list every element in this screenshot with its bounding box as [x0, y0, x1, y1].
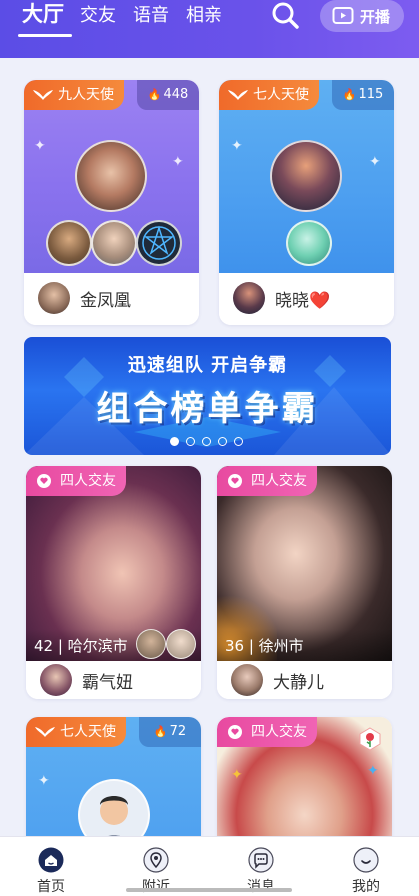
room-type-badge: 四人交友: [26, 466, 126, 496]
room-host-row: 霸气妞: [26, 661, 201, 699]
host-avatar-small: [231, 664, 263, 696]
room-heat-badge: 🔥 448: [137, 80, 199, 110]
room-type-badge: 四人交友: [217, 466, 317, 496]
host-avatar-small: [233, 282, 265, 314]
go-live-label: 开播: [360, 8, 391, 26]
message-icon: [248, 847, 274, 873]
tab-voice[interactable]: 语音: [133, 4, 169, 28]
sparkle-icon: ✦: [231, 138, 243, 154]
member-avatar: [91, 220, 137, 266]
room-card[interactable]: ✦ ✦ 七人天使 🔥 115 晓晓❤️: [219, 80, 394, 325]
chat-heart-icon: [37, 474, 51, 488]
wings-icon: [35, 727, 55, 737]
rose-icon: [356, 725, 384, 753]
room-type-badge: 九人天使: [24, 80, 124, 110]
host-avatar-small: [38, 282, 70, 314]
nav-messages-label: 消息: [247, 879, 275, 895]
room-type-label: 七人天使: [253, 87, 309, 103]
room-heat-badge: 🔥 115: [332, 80, 394, 110]
sparkle-icon: ✦: [367, 763, 379, 779]
host-avatar-large: [75, 140, 147, 212]
room-age-location: 36 | 徐州市: [225, 637, 304, 655]
tab-friends[interactable]: 交友: [80, 4, 116, 28]
host-avatar-small: [40, 664, 72, 696]
sparkle-icon: ✦: [38, 773, 50, 789]
room-type-label: 七人天使: [60, 724, 116, 740]
member-avatar: [46, 220, 92, 266]
pagination-dot[interactable]: [170, 437, 179, 446]
host-avatar-large: [270, 140, 342, 212]
pentagram-icon: [142, 225, 176, 260]
banner-subtitle: 迅速组队 开启争霸: [127, 355, 288, 376]
go-live-button[interactable]: 开播: [320, 0, 404, 32]
flame-icon: 🔥: [342, 88, 357, 101]
pagination-dot[interactable]: [186, 437, 195, 446]
member-avatar: [166, 629, 196, 659]
room-heat-value: 115: [358, 87, 384, 102]
room-type-badge: 四人交友: [217, 717, 317, 747]
sparkle-icon: ✦: [34, 138, 46, 154]
room-card[interactable]: 四人交友 42 | 哈尔滨市 霸气妞: [26, 466, 201, 699]
nav-home-label: 首页: [37, 879, 65, 895]
host-name: 大静儿: [273, 673, 324, 693]
heart-icon: ❤️: [309, 291, 331, 311]
room-type-label: 四人交友: [251, 724, 307, 740]
flame-icon: 🔥: [153, 725, 168, 738]
wings-icon: [33, 90, 53, 100]
host-name: 晓晓❤️: [275, 286, 330, 311]
sparkle-icon: ✦: [172, 154, 184, 170]
pagination-dot[interactable]: [202, 437, 211, 446]
nav-home[interactable]: 首页: [16, 837, 86, 896]
chat-heart-icon: [228, 474, 242, 488]
room-type-label: 四人交友: [60, 473, 116, 489]
pagination-dot[interactable]: [234, 437, 243, 446]
tab-hall[interactable]: 大厅: [22, 2, 64, 26]
room-info-strip: 42 | 哈尔滨市: [26, 629, 201, 661]
room-type-badge: 七人天使: [26, 717, 126, 747]
tab-dating[interactable]: 相亲: [186, 4, 222, 28]
bottom-navigation: 首页 附近 消息 我的: [0, 836, 419, 896]
member-avatar: [136, 220, 182, 266]
profile-icon: [353, 847, 379, 873]
active-tab-indicator: [18, 34, 72, 37]
live-camera-icon: [332, 7, 354, 24]
location-icon: [143, 847, 169, 873]
host-name: 霸气妞: [82, 673, 133, 693]
room-card[interactable]: ✦ ✦ 九人天使 🔥 448 金凤凰: [24, 80, 199, 325]
room-age-location: 42 | 哈尔滨市: [34, 637, 128, 655]
member-avatar: [136, 629, 166, 659]
flame-icon: 🔥: [147, 88, 162, 101]
room-heat-badge: 🔥 72: [139, 717, 201, 747]
nav-profile-label: 我的: [352, 879, 380, 895]
room-type-badge: 七人天使: [219, 80, 319, 110]
search-icon: [272, 2, 299, 29]
room-heat-value: 448: [163, 87, 189, 102]
host-name: 金凤凰: [80, 291, 131, 311]
room-heat-value: 72: [169, 724, 187, 739]
nav-nearby-label: 附近: [142, 879, 170, 895]
wings-icon: [228, 90, 248, 100]
host-name-text: 晓晓: [275, 291, 309, 311]
home-indicator[interactable]: [126, 888, 292, 892]
room-host-row: 大静儿: [217, 661, 392, 699]
sparkle-icon: ✦: [369, 154, 381, 170]
home-icon: [38, 847, 64, 873]
chat-heart-icon: [228, 725, 242, 739]
room-host-row: 晓晓❤️: [219, 273, 394, 325]
room-type-label: 九人天使: [58, 87, 114, 103]
member-avatar: [286, 220, 332, 266]
top-header: 大厅 交友 语音 相亲 开播: [0, 0, 419, 58]
sparkle-icon: ✦: [231, 767, 243, 783]
room-type-label: 四人交友: [251, 473, 307, 489]
room-host-row: 金凤凰: [24, 273, 199, 325]
nav-profile[interactable]: 我的: [331, 837, 401, 896]
search-button[interactable]: [268, 0, 302, 30]
room-info-strip: 36 | 徐州市: [217, 629, 392, 661]
banner-title: 组合榜单争霸: [96, 389, 319, 429]
room-card[interactable]: 四人交友 36 | 徐州市 大静儿: [217, 466, 392, 699]
pagination-dot[interactable]: [218, 437, 227, 446]
